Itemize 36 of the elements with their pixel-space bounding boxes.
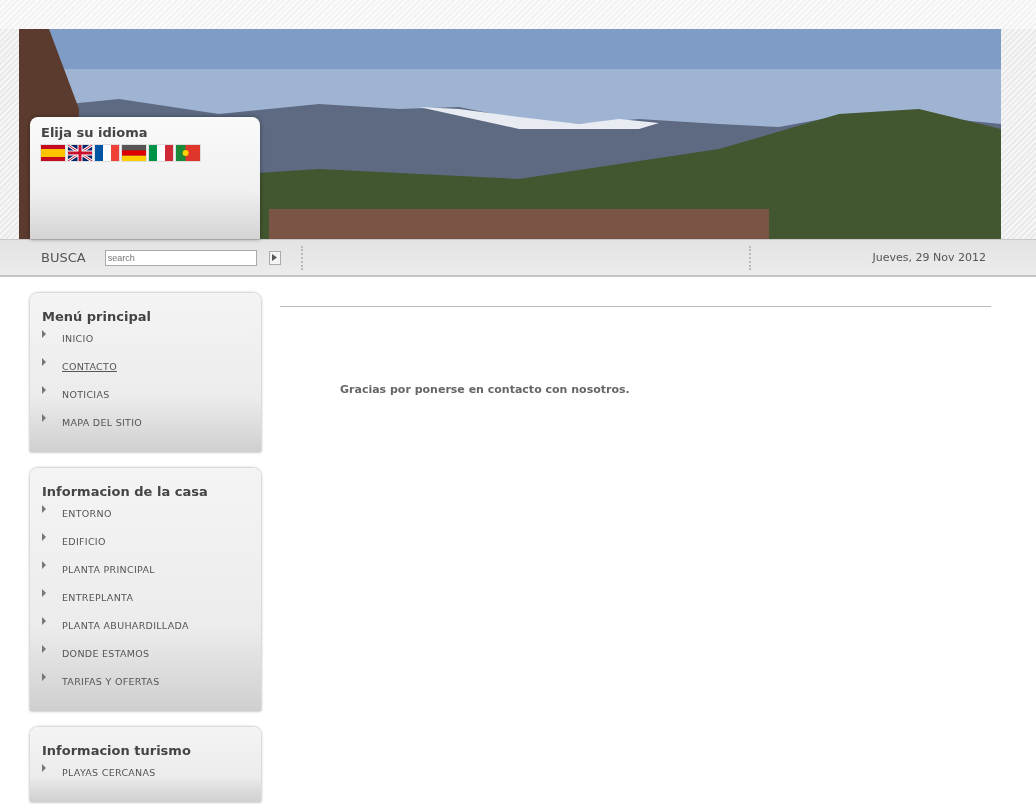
search-submit-button[interactable]: [268, 250, 281, 265]
menu-link[interactable]: ENTORNO: [62, 508, 112, 519]
menu-link[interactable]: ENTREPLANTA: [62, 592, 134, 603]
date-text: Jueves, 29 Nov 2012: [872, 251, 986, 264]
bullet-icon: [42, 589, 46, 597]
menu-link[interactable]: PLANTA ABUHARDILLADA: [62, 620, 189, 631]
menu-link[interactable]: DONDE ESTAMOS: [62, 648, 150, 659]
menu-link[interactable]: TARIFAS Y OFERTAS: [62, 676, 160, 687]
menu-title: Menú principal: [42, 309, 152, 324]
flag-icon[interactable]: [68, 145, 92, 161]
menu-title: Informacion de la casa: [42, 484, 209, 499]
menu-link[interactable]: CONTACTO: [62, 361, 117, 372]
search-label: BUSCA: [41, 250, 86, 265]
bullet-icon: [42, 617, 46, 625]
menu-link[interactable]: NOTICIAS: [62, 389, 110, 400]
bullet-icon: [42, 645, 46, 653]
bullet-icon: [42, 673, 46, 681]
bullet-icon: [42, 386, 46, 394]
search-field[interactable]: search: [104, 249, 257, 266]
triangle-icon: [272, 254, 278, 261]
bullet-icon: [42, 764, 46, 772]
flag-icon[interactable]: [95, 145, 119, 161]
bullet-icon: [42, 358, 46, 366]
menu-title: Informacion turismo: [42, 743, 192, 758]
bullet-icon: [42, 414, 46, 422]
bullet-icon: [42, 561, 46, 569]
bullet-icon: [42, 330, 46, 338]
menu-link[interactable]: INICIO: [62, 333, 94, 344]
menu-link[interactable]: PLANTA PRINCIPAL: [62, 564, 155, 575]
bullet-icon: [42, 533, 46, 541]
menu-link[interactable]: EDIFICIO: [62, 536, 106, 547]
confirmation-message: Gracias por ponerse en contacto con nosotros.: [340, 383, 631, 396]
bullet-icon: [42, 505, 46, 513]
menu-link[interactable]: MAPA DEL SITIO: [62, 417, 143, 428]
menu-link[interactable]: PLAYAS CERCANAS: [62, 767, 156, 778]
language-title: Elija su idioma: [41, 125, 149, 140]
